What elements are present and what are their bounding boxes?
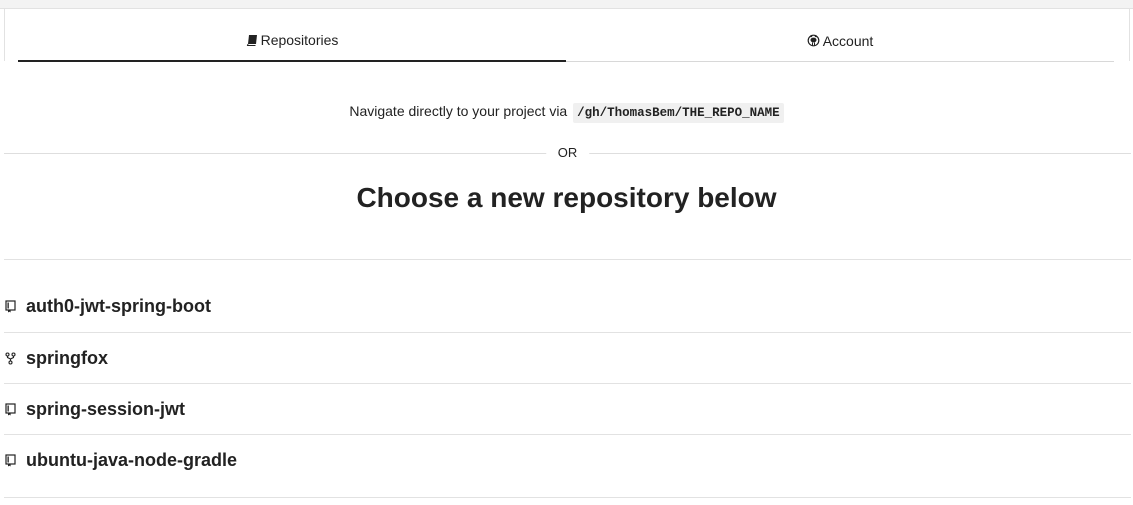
repo-icon [5, 453, 19, 467]
navigate-hint: Navigate directly to your project via /g… [0, 103, 1133, 123]
repository-list: auth0-jwt-spring-boot springfox spring-s… [4, 281, 1131, 485]
repository-item[interactable]: auth0-jwt-spring-boot [4, 281, 1131, 332]
tab-bar: Repositories Account [18, 20, 1114, 62]
list-top-divider [4, 259, 1131, 260]
or-divider: OR [4, 144, 1131, 162]
repository-name: spring-session-jwt [26, 398, 186, 419]
tab-repositories-label: Repositories [260, 32, 339, 48]
tab-repositories[interactable]: Repositories [18, 20, 566, 62]
fork-icon [5, 351, 19, 365]
repository-item[interactable]: spring-session-jwt [4, 383, 1131, 434]
or-label: OR [545, 144, 590, 162]
repo-icon [5, 300, 19, 313]
list-bottom-divider [4, 497, 1131, 498]
page-heading: Choose a new repository below [356, 182, 777, 213]
octocat-icon [807, 34, 820, 47]
top-strip [0, 0, 1133, 9]
tab-account-label: Account [822, 32, 874, 49]
book-icon [246, 34, 258, 46]
repository-name: springfox [26, 347, 109, 368]
repo-icon [5, 402, 19, 416]
repository-name: auth0-jwt-spring-boot [26, 296, 211, 316]
navigate-text: Navigate directly to your project via [349, 103, 568, 119]
repository-name: ubuntu-java-node-gradle [26, 449, 237, 470]
repository-item[interactable]: springfox [4, 332, 1131, 383]
tab-account[interactable]: Account [566, 20, 1114, 62]
repo-path: /gh/ThomasBem/THE_REPO_NAME [573, 103, 784, 123]
repository-item[interactable]: ubuntu-java-node-gradle [4, 434, 1131, 485]
